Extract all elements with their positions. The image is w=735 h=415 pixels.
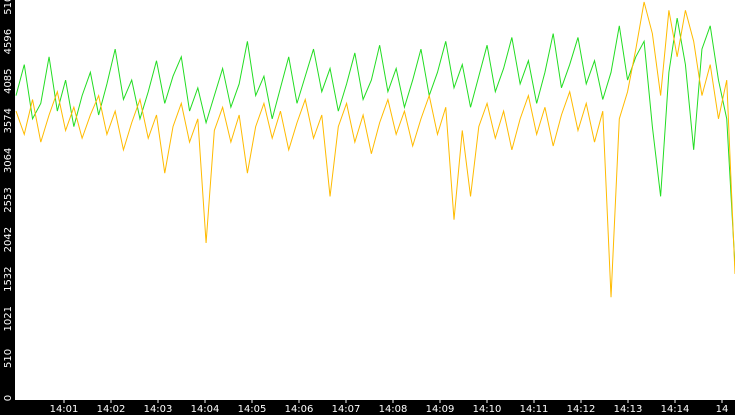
- series-line-2: [15, 1, 735, 298]
- x-tick-label: 14:10: [473, 404, 502, 415]
- y-tick-label: 3574: [3, 108, 14, 133]
- y-tick-label: 1532: [3, 266, 14, 291]
- x-tick-label: 14: [716, 404, 729, 415]
- y-tick-label: 1021: [3, 306, 14, 331]
- x-tick-label: 14:13: [614, 404, 643, 415]
- x-tick-label: 14:02: [97, 404, 126, 415]
- y-tick-label: 2042: [3, 227, 14, 252]
- x-tick-label: 14:04: [191, 404, 220, 415]
- x-tick-label: 14:12: [567, 404, 596, 415]
- chart-root: 0 510 1021 1532 2042 2553 3064 3574 4085 4596 5107…: [0, 0, 735, 415]
- series-layer: [15, 1, 735, 298]
- line-chart: 0 510 1021 1532 2042 2553 3064 3574 4085 4596 5107…: [0, 0, 735, 415]
- x-tick-label: 14:08: [379, 404, 408, 415]
- y-tick-label: 4596: [3, 29, 14, 54]
- y-tick-label: 2553: [3, 187, 14, 212]
- y-tick-label: 4085: [3, 68, 14, 93]
- x-tick-label: 14:05: [238, 404, 267, 415]
- x-tick-label: 14:03: [144, 404, 173, 415]
- x-tick-label: 14:11: [520, 404, 549, 415]
- x-tick-label: 14:07: [332, 404, 361, 415]
- x-tick-label: 14:06: [285, 404, 314, 415]
- y-tick-label: 0: [3, 395, 14, 401]
- series-line-1: [15, 17, 735, 267]
- y-tick-label: 510: [3, 349, 14, 368]
- y-tick-label: 5107: [3, 0, 14, 15]
- x-tick-label: 14:14: [661, 404, 690, 415]
- y-tick-label: 3064: [3, 148, 14, 173]
- x-tick-label: 14:09: [426, 404, 455, 415]
- x-tick-label: 14:01: [50, 404, 79, 415]
